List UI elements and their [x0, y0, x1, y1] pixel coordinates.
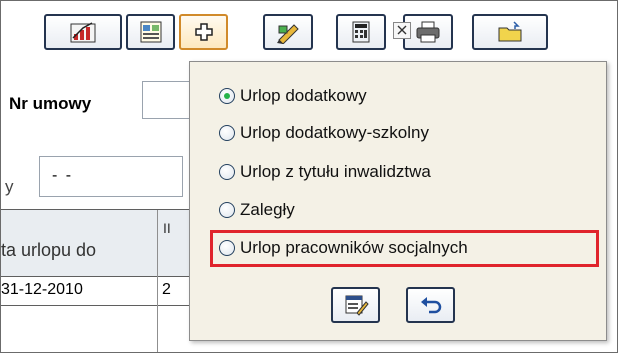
radio[interactable]: [219, 240, 235, 256]
option-urlop-dodatkowy[interactable]: Urlop dodatkowy: [219, 83, 367, 109]
form-icon: [140, 21, 161, 43]
radio-checked[interactable]: [219, 88, 235, 104]
radio[interactable]: [219, 202, 235, 218]
add-icon: [194, 23, 213, 41]
option-label: Urlop pracowników socjalnych: [240, 238, 468, 257]
edit-form-icon: [345, 295, 369, 316]
edit-pencil-icon: [277, 24, 299, 44]
radio[interactable]: [219, 125, 235, 141]
option-urlop-z-tytulu-inwalidztwa[interactable]: Urlop z tytułu inwalidztwa: [219, 159, 431, 185]
option-urlop-dodatkowy-szkolny[interactable]: Urlop dodatkowy-szkolny: [219, 120, 429, 146]
form-button[interactable]: [126, 14, 175, 50]
calculator-button[interactable]: [336, 14, 386, 50]
nr-umowy-label: Nr umowy: [9, 94, 92, 113]
edit-form-button[interactable]: [331, 287, 380, 323]
add-button[interactable]: [179, 14, 228, 50]
radio[interactable]: [219, 164, 235, 180]
table-header: ta urlopu do II: [1, 209, 201, 277]
column-divider: [157, 210, 158, 276]
option-label: Urlop dodatkowy: [240, 86, 367, 105]
undo-icon: [420, 297, 441, 314]
edit-button[interactable]: [263, 14, 313, 50]
date-field[interactable]: - -: [39, 156, 183, 197]
table-row[interactable]: 31-12-2010 2: [1, 275, 201, 306]
chart-icon: [70, 22, 96, 43]
row-next-cell: 2: [162, 281, 171, 298]
row-date-cell: 31-12-2010: [1, 281, 83, 298]
column-header-next: II: [163, 220, 171, 236]
option-label: Zaległy: [240, 200, 295, 219]
column-divider: [157, 275, 158, 352]
folder-icon: [498, 21, 522, 42]
leave-table: ta urlopu do II 31-12-2010 2: [1, 209, 201, 352]
open-folder-button[interactable]: [472, 14, 548, 50]
undo-button[interactable]: [406, 287, 455, 323]
window: Nr umowy y - - ta urlopu do II 31-12-201…: [0, 0, 618, 353]
option-label: Urlop dodatkowy-szkolny: [240, 123, 429, 142]
option-label: Urlop z tytułu inwalidztwa: [240, 162, 431, 181]
partial-field-label: y: [5, 177, 14, 196]
calculator-icon: [352, 21, 370, 43]
chart-button[interactable]: [44, 14, 122, 50]
close-button[interactable]: [393, 22, 411, 39]
option-urlop-pracownikow-socjalnych[interactable]: Urlop pracowników socjalnych: [219, 235, 468, 261]
printer-icon: [416, 21, 440, 43]
option-zalegly[interactable]: Zaległy: [219, 197, 295, 223]
close-icon: [397, 25, 407, 35]
column-header-urlop-do: ta urlopu do: [1, 240, 97, 260]
